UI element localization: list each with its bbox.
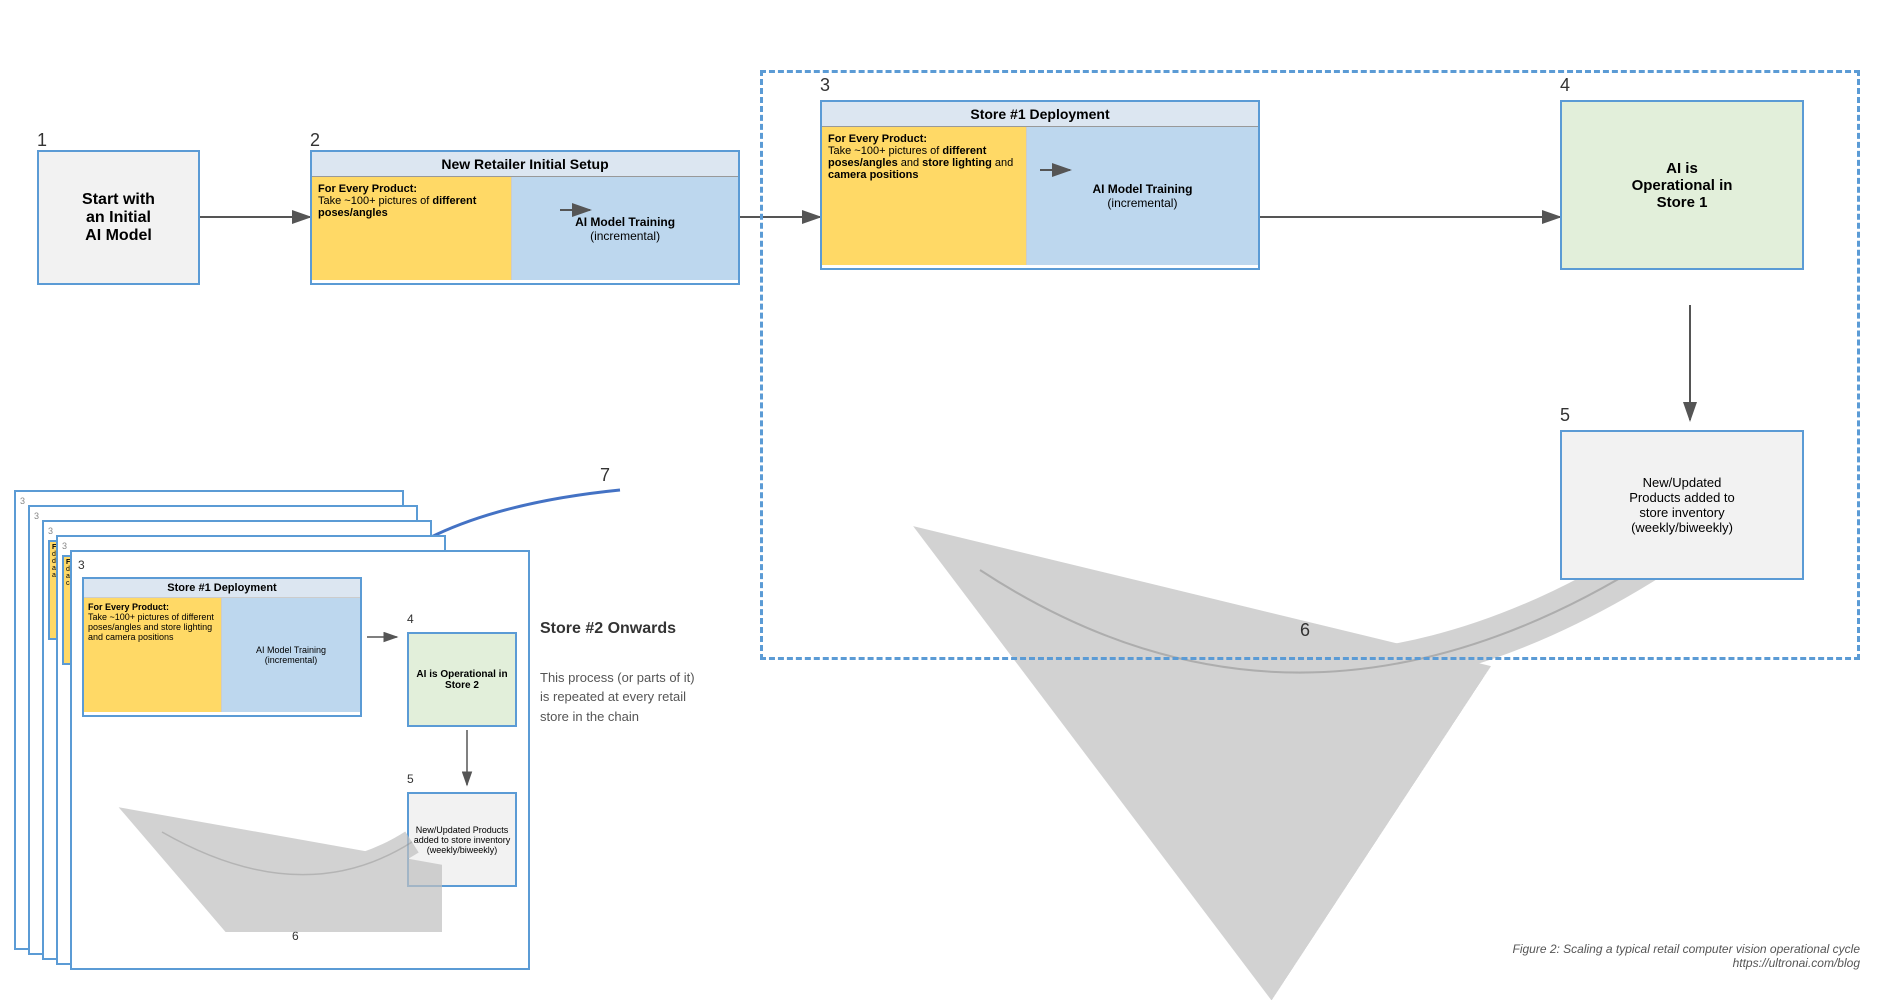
figure-caption: Figure 2: Scaling a typical retail compu… <box>1512 942 1860 970</box>
mini-step5-box: New/Updated Products added to store inve… <box>407 792 517 887</box>
step2-title: New Retailer Initial Setup <box>312 152 738 177</box>
store2-body: This process (or parts of it) is repeate… <box>540 648 695 726</box>
step1-box: Start with an Initial AI Model <box>37 150 200 285</box>
mini-step3-right: AI Model Training(incremental) <box>222 598 360 712</box>
diagram-container: 1 Start with an Initial AI Model 2 New R… <box>0 0 1900 1000</box>
step1-num: 1 <box>37 130 47 151</box>
step5-box: New/Updated Products added to store inve… <box>1560 430 1804 580</box>
mini-step3-num: 3 <box>78 558 85 572</box>
step4-num: 4 <box>1560 75 1570 96</box>
mini-step5-label: New/Updated Products added to store inve… <box>409 825 515 855</box>
mini-card-main: 3 Store #1 Deployment For Every Product:… <box>70 550 530 970</box>
step4-box: AI is Operational in Store 1 <box>1560 100 1804 270</box>
step3-box: Store #1 Deployment For Every Product: T… <box>820 100 1260 270</box>
step7-label: 7 <box>600 465 610 486</box>
mini-step3-title: Store #1 Deployment <box>84 579 360 598</box>
mini-step3-left: For Every Product: Take ~100+ pictures o… <box>84 598 222 712</box>
step2-num: 2 <box>310 130 320 151</box>
mini-step5-num: 5 <box>407 772 414 786</box>
step3-left: For Every Product: Take ~100+ pictures o… <box>822 127 1027 265</box>
step5-num: 5 <box>1560 405 1570 426</box>
step2-right: AI Model Training(incremental) <box>512 177 738 280</box>
mini-step6-label: 6 <box>292 929 299 943</box>
step4-label: AI is Operational in Store 1 <box>1632 160 1733 211</box>
step2-left: For Every Product: Take ~100+ pictures o… <box>312 177 512 280</box>
mini-step4-num: 4 <box>407 612 414 626</box>
step5-label: New/Updated Products added to store inve… <box>1629 475 1735 535</box>
mini-step3-box: Store #1 Deployment For Every Product: T… <box>82 577 362 717</box>
mini-step4-box: AI is Operational in Store 2 <box>407 632 517 727</box>
step6-label: 6 <box>1300 620 1310 641</box>
mini-step4-label: AI is Operational in Store 2 <box>409 669 515 691</box>
step3-right: AI Model Training(incremental) <box>1027 127 1258 265</box>
step3-num: 3 <box>820 75 830 96</box>
step3-title: Store #1 Deployment <box>822 102 1258 127</box>
step1-label: Start with an Initial AI Model <box>82 191 155 245</box>
step2-box: New Retailer Initial Setup For Every Pro… <box>310 150 740 285</box>
store2-title: Store #2 Onwards <box>540 620 676 638</box>
